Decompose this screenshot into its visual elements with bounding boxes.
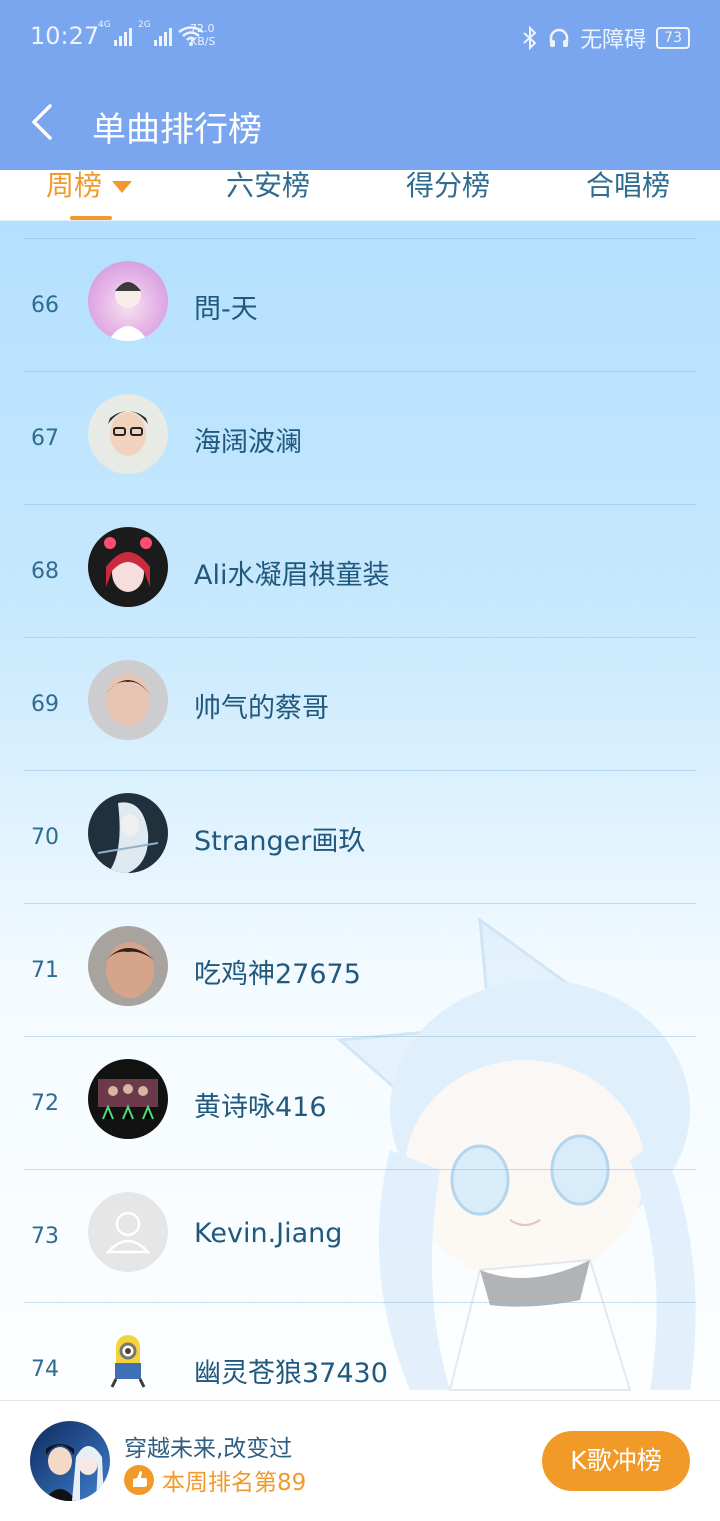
- thumbs-up-icon: [124, 1465, 154, 1495]
- ranking-list: 66 問-天 67 海阔波澜 68 Ali水凝眉祺童装 69 帅气的蔡哥 70 …: [0, 238, 720, 1435]
- user-name: 黄诗咏416: [194, 1092, 327, 1123]
- list-item[interactable]: 66 問-天: [24, 238, 696, 371]
- tab-active-indicator: [70, 216, 112, 220]
- network-indicators: 4G 2G: [98, 20, 204, 46]
- user-name: 海阔波澜: [194, 427, 302, 458]
- back-arrow-icon[interactable]: [26, 102, 62, 142]
- dropdown-caret-icon: [112, 181, 133, 193]
- accessibility-label: 无障碍: [580, 28, 647, 53]
- user-name: 問-天: [194, 294, 258, 325]
- list-item[interactable]: 68 Ali水凝眉祺童装: [24, 504, 696, 637]
- headphones-icon: [549, 28, 569, 47]
- rank-number: 71: [31, 958, 59, 983]
- tab-bar: 周榜 六安榜 得分榜 合唱榜: [0, 170, 720, 221]
- list-item[interactable]: 73 Kevin.Jiang: [24, 1169, 696, 1302]
- avatar[interactable]: [88, 394, 168, 474]
- page-title: 单曲排行榜: [92, 110, 262, 150]
- k-song-rank-button[interactable]: K歌冲榜: [542, 1431, 690, 1491]
- user-name: Ali水凝眉祺童装: [194, 560, 390, 591]
- status-bar: 10:27 4G 2G 72.0 KB/S 无障碍 73: [0, 0, 720, 72]
- rank-number: 69: [31, 692, 59, 717]
- list-item[interactable]: 69 帅气的蔡哥: [24, 637, 696, 770]
- avatar[interactable]: [88, 527, 168, 607]
- status-time: 10:27: [30, 22, 100, 50]
- rank-number: 68: [31, 559, 59, 584]
- tab-luan[interactable]: 六安榜: [226, 170, 310, 204]
- rank-number: 66: [31, 293, 59, 318]
- user-name: Stranger画玖: [194, 826, 366, 857]
- signal-4g-icon: 4G: [98, 20, 132, 46]
- status-right: 无障碍 73: [522, 22, 690, 54]
- list-item[interactable]: 72 黄诗咏416: [24, 1036, 696, 1169]
- avatar[interactable]: [88, 1059, 168, 1139]
- bluetooth-icon: [523, 26, 537, 50]
- user-name: 吃鸡神27675: [194, 959, 361, 990]
- rank-number: 67: [31, 426, 59, 451]
- my-avatar[interactable]: [30, 1421, 110, 1501]
- rank-number: 73: [31, 1224, 59, 1249]
- my-rank-bar: 穿越未来,改变过 本周排名第89 K歌冲榜: [0, 1400, 720, 1521]
- list-item[interactable]: 70 Stranger画玖: [24, 770, 696, 903]
- my-rank: 本周排名第89: [124, 1463, 306, 1497]
- list-item[interactable]: 71 吃鸡神27675: [24, 903, 696, 1036]
- user-name: 幽灵苍狼37430: [194, 1358, 388, 1389]
- user-name: Kevin.Jiang: [194, 1218, 343, 1249]
- list-item[interactable]: 67 海阔波澜: [24, 371, 696, 504]
- avatar[interactable]: [88, 926, 168, 1006]
- tab-chorus[interactable]: 合唱榜: [586, 170, 670, 204]
- title-bar: 单曲排行榜: [0, 72, 720, 170]
- network-speed: 72.0 KB/S: [190, 22, 216, 48]
- rank-number: 70: [31, 825, 59, 850]
- avatar[interactable]: [88, 261, 168, 341]
- signal-2g-icon: 2G: [138, 20, 172, 46]
- my-name: 穿越未来,改变过: [124, 1436, 293, 1462]
- user-name: 帅气的蔡哥: [194, 693, 329, 724]
- tab-weekly[interactable]: 周榜: [46, 170, 133, 204]
- default-avatar-icon[interactable]: [88, 1192, 168, 1272]
- battery-icon: 73: [656, 27, 690, 49]
- rank-number: 74: [31, 1357, 59, 1382]
- avatar[interactable]: [88, 1325, 168, 1405]
- rank-number: 72: [31, 1091, 59, 1116]
- tab-score[interactable]: 得分榜: [406, 170, 490, 204]
- avatar[interactable]: [88, 793, 168, 873]
- avatar[interactable]: [88, 660, 168, 740]
